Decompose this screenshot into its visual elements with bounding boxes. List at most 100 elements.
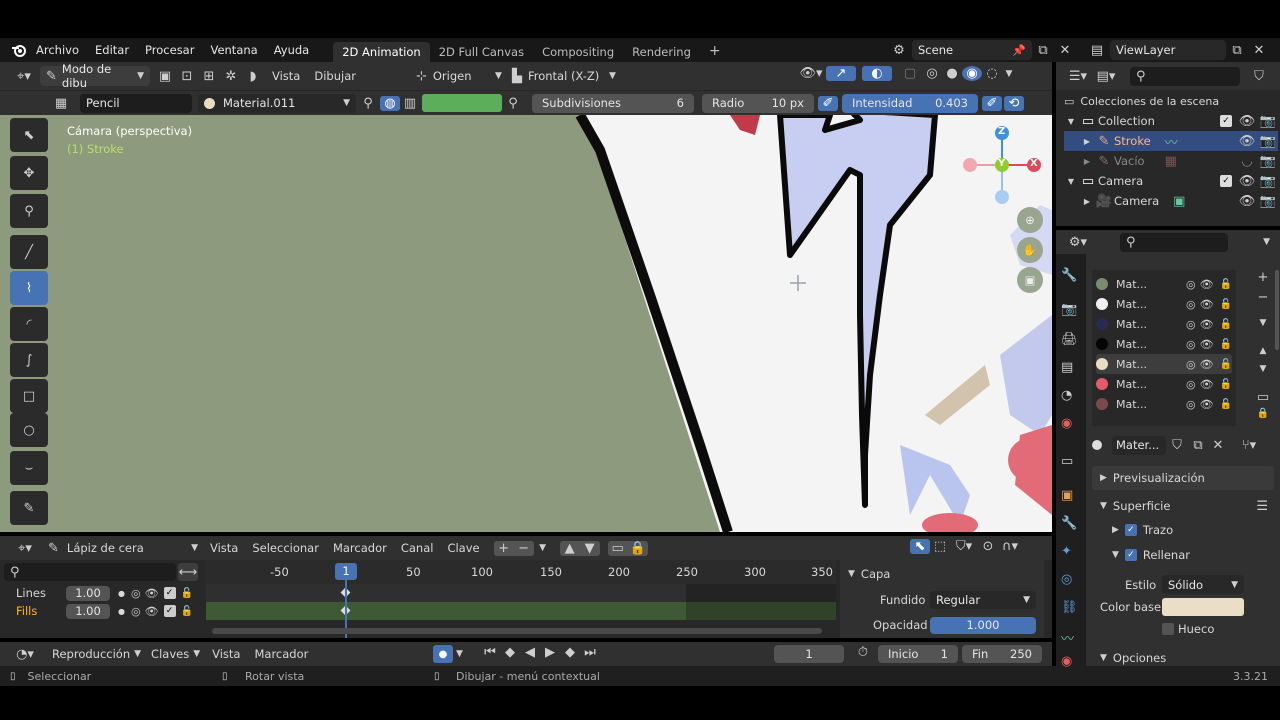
eye-icon[interactable]: 👁 (1236, 134, 1258, 149)
add-layer-icon[interactable]: + (493, 540, 514, 556)
brush-field[interactable]: Pencil (80, 93, 192, 113)
tool-annotate[interactable]: ✎ (10, 491, 48, 525)
eye-icon[interactable]: 👁 (1200, 318, 1214, 331)
shading-render-icon[interactable]: ◌ (982, 66, 1002, 81)
eye-icon[interactable]: 👁 (145, 587, 159, 600)
stroke-checkbox[interactable]: ✓ (1124, 524, 1137, 536)
menu-ventana[interactable]: Ventana (202, 43, 265, 57)
isolate-icon[interactable]: ▭ (607, 540, 628, 556)
outliner-search-input[interactable]: ⚲ (1130, 66, 1240, 86)
menu-archivo[interactable]: Archivo (28, 43, 87, 57)
render-tab-icon[interactable]: 📷 (1061, 302, 1077, 317)
delete-view-layer-icon[interactable]: ✕ (1248, 43, 1270, 58)
color-swatch[interactable] (422, 94, 502, 112)
dopesheet-menu-marcador[interactable]: Marcador (333, 541, 387, 555)
start-frame-field[interactable]: Inicio 1 (878, 645, 958, 663)
unlock-icon[interactable]: 🔓 (1220, 359, 1232, 370)
onion-icon[interactable]: ◎ (1186, 278, 1196, 291)
tool-box[interactable]: □ (10, 379, 48, 413)
layer-opacity-slider[interactable]: 1.000 (930, 616, 1036, 634)
menu-ayuda[interactable]: Ayuda (266, 43, 318, 57)
channel-fills[interactable]: Fills 1.00 ● ◎ 👁 ✓ 🔓 (0, 602, 206, 620)
remove-layer-icon[interactable]: − (513, 540, 534, 556)
eye-icon[interactable]: 👁 (1236, 174, 1258, 189)
material-slot[interactable]: Mat... ◎ 👁 🔓 (1096, 294, 1232, 314)
outliner-row-camera-object[interactable]: ▶ 🎥 Camera ▣ 👁 📷 (1064, 191, 1278, 211)
chevron-down-icon[interactable]: ▼ (534, 543, 552, 553)
tool-eyedropper[interactable]: ⚲ (10, 194, 48, 228)
move-up-icon[interactable]: ▲ (559, 540, 580, 556)
falloff-icon[interactable]: ∩▾ (998, 539, 1022, 554)
dopesheet-menu-canal[interactable]: Canal (401, 541, 434, 555)
pin-icon[interactable]: ⚲ (356, 96, 380, 111)
material-name-field[interactable]: Mater... (1112, 435, 1166, 455)
preview-panel-header[interactable]: ▶ Previsualización (1092, 466, 1274, 490)
play-reverse-icon[interactable]: ◀ (520, 645, 540, 660)
horizontal-scrollbar[interactable] (212, 628, 822, 634)
tool-polyline[interactable]: ⌇ (10, 271, 48, 305)
close-icon[interactable]: ✕ (1208, 438, 1228, 453)
editor-type-icon[interactable]: ⚙▾ (1064, 235, 1092, 250)
move-down-icon[interactable]: ▼ (579, 540, 600, 556)
editor-type-icon[interactable]: ⌖▾ (8, 69, 40, 84)
pressure-strength-icon[interactable]: ✐ (982, 95, 1002, 111)
playback-menu[interactable]: Reproducción ▼ (52, 647, 141, 661)
unlock-icon[interactable]: 🔓 (181, 606, 193, 617)
onion-icon[interactable]: ◎ (1186, 358, 1196, 371)
subdivisions-field[interactable]: Subdivisiones 6 (532, 93, 694, 113)
tool-line[interactable]: ╱ (10, 235, 48, 269)
select-points-icon[interactable]: ⊡ (176, 69, 198, 84)
eyedropper-icon[interactable]: ⚲ (502, 96, 524, 111)
output-tab-icon[interactable]: 🖨 (1061, 332, 1078, 347)
curve-edit-icon[interactable]: ◗ (242, 69, 264, 84)
orientation-dropdown[interactable]: ▙ Frontal (X-Z) ▼ (512, 69, 616, 84)
view-layer-icon[interactable]: ▤ (1084, 43, 1110, 58)
world-tab-icon[interactable]: ◉ (1061, 416, 1072, 431)
fake-user-icon[interactable]: ⛉ (1166, 438, 1188, 453)
view-layer-tab-icon[interactable]: ▤ (1061, 360, 1073, 375)
physics-tab-icon[interactable]: ◎ (1061, 572, 1072, 587)
camera-render-icon[interactable]: 📷 (1258, 114, 1278, 129)
only-selected-icon[interactable]: ⬉ (910, 539, 930, 554)
new-scene-icon[interactable]: ⧉ (1032, 43, 1054, 58)
dopesheet-mode-dropdown[interactable]: ✎ Lápiz de cera ▼ (48, 541, 198, 556)
swap-icon[interactable]: ⟷ (178, 563, 198, 581)
fill-checkbox[interactable]: ✓ (1124, 549, 1137, 561)
outliner-row-stroke[interactable]: ▶ ✎ Stroke 〰 👁 📷 (1064, 131, 1278, 151)
eye-icon[interactable]: 👁 (1200, 338, 1214, 351)
eye-icon[interactable]: 👁 (1236, 194, 1258, 209)
menu-procesar[interactable]: Procesar (137, 43, 202, 57)
unlock-icon[interactable]: 🔓 (181, 588, 193, 599)
properties-search-input[interactable]: ⚲ (1120, 232, 1228, 252)
select-stroke-icon[interactable]: ⊞ (198, 69, 220, 84)
tab-2d-animation[interactable]: 2D Animation (333, 42, 430, 62)
outliner-row-collection[interactable]: ▼ ▭ Collection ✓ 👁 📷 (1064, 111, 1278, 131)
unlock-icon[interactable]: 🔓 (1220, 299, 1232, 310)
outliner-scene-collection[interactable]: ▭ Colecciones de la escena (1064, 91, 1219, 111)
add-workspace-button[interactable]: + (700, 40, 730, 62)
chevron-down-icon[interactable]: ▼ (1263, 237, 1270, 247)
delete-scene-icon[interactable]: ✕ (1054, 43, 1076, 58)
holdout-checkbox[interactable] (1162, 623, 1174, 635)
lock-icon[interactable]: 🔒 (627, 540, 648, 556)
unlock-icon[interactable]: 🔓 (1220, 339, 1232, 350)
timeline-menu-vista[interactable]: Vista (212, 647, 240, 661)
frame-ruler[interactable]: -50 1 50 100 150 200 250 300 350 (206, 560, 836, 584)
properties-scrollbar[interactable] (1275, 270, 1279, 350)
blend-dropdown[interactable]: Regular ▼ (930, 591, 1036, 609)
current-frame-marker[interactable]: 1 (335, 563, 357, 580)
mode-dropdown[interactable]: ✎ Modo de dibu ▼ (40, 62, 150, 90)
channel-lines[interactable]: Lines 1.00 ● ◎ 👁 ✓ 🔓 (0, 584, 206, 602)
jump-end-icon[interactable]: ⏭ (580, 645, 600, 660)
brush-icon[interactable]: ▦ (50, 96, 72, 111)
proportional-icon[interactable]: ⊙ (978, 539, 998, 554)
camera-render-icon[interactable]: 📷 (1258, 154, 1278, 169)
radius-field[interactable]: Radio 10 px (702, 93, 814, 113)
material-slot[interactable]: Mat... ◎ 👁 🔓 (1096, 374, 1232, 394)
eye-icon[interactable]: 👁 (1200, 278, 1214, 291)
node-tree-icon[interactable]: ⑂▾ (1234, 438, 1264, 453)
material-slot[interactable]: Mat... ◎ 👁 🔓 (1096, 334, 1232, 354)
multiframe-icon[interactable]: ▣ (154, 69, 176, 84)
next-keyframe-icon[interactable]: ◆ (560, 645, 580, 660)
menu-vista[interactable]: Vista (272, 69, 300, 83)
